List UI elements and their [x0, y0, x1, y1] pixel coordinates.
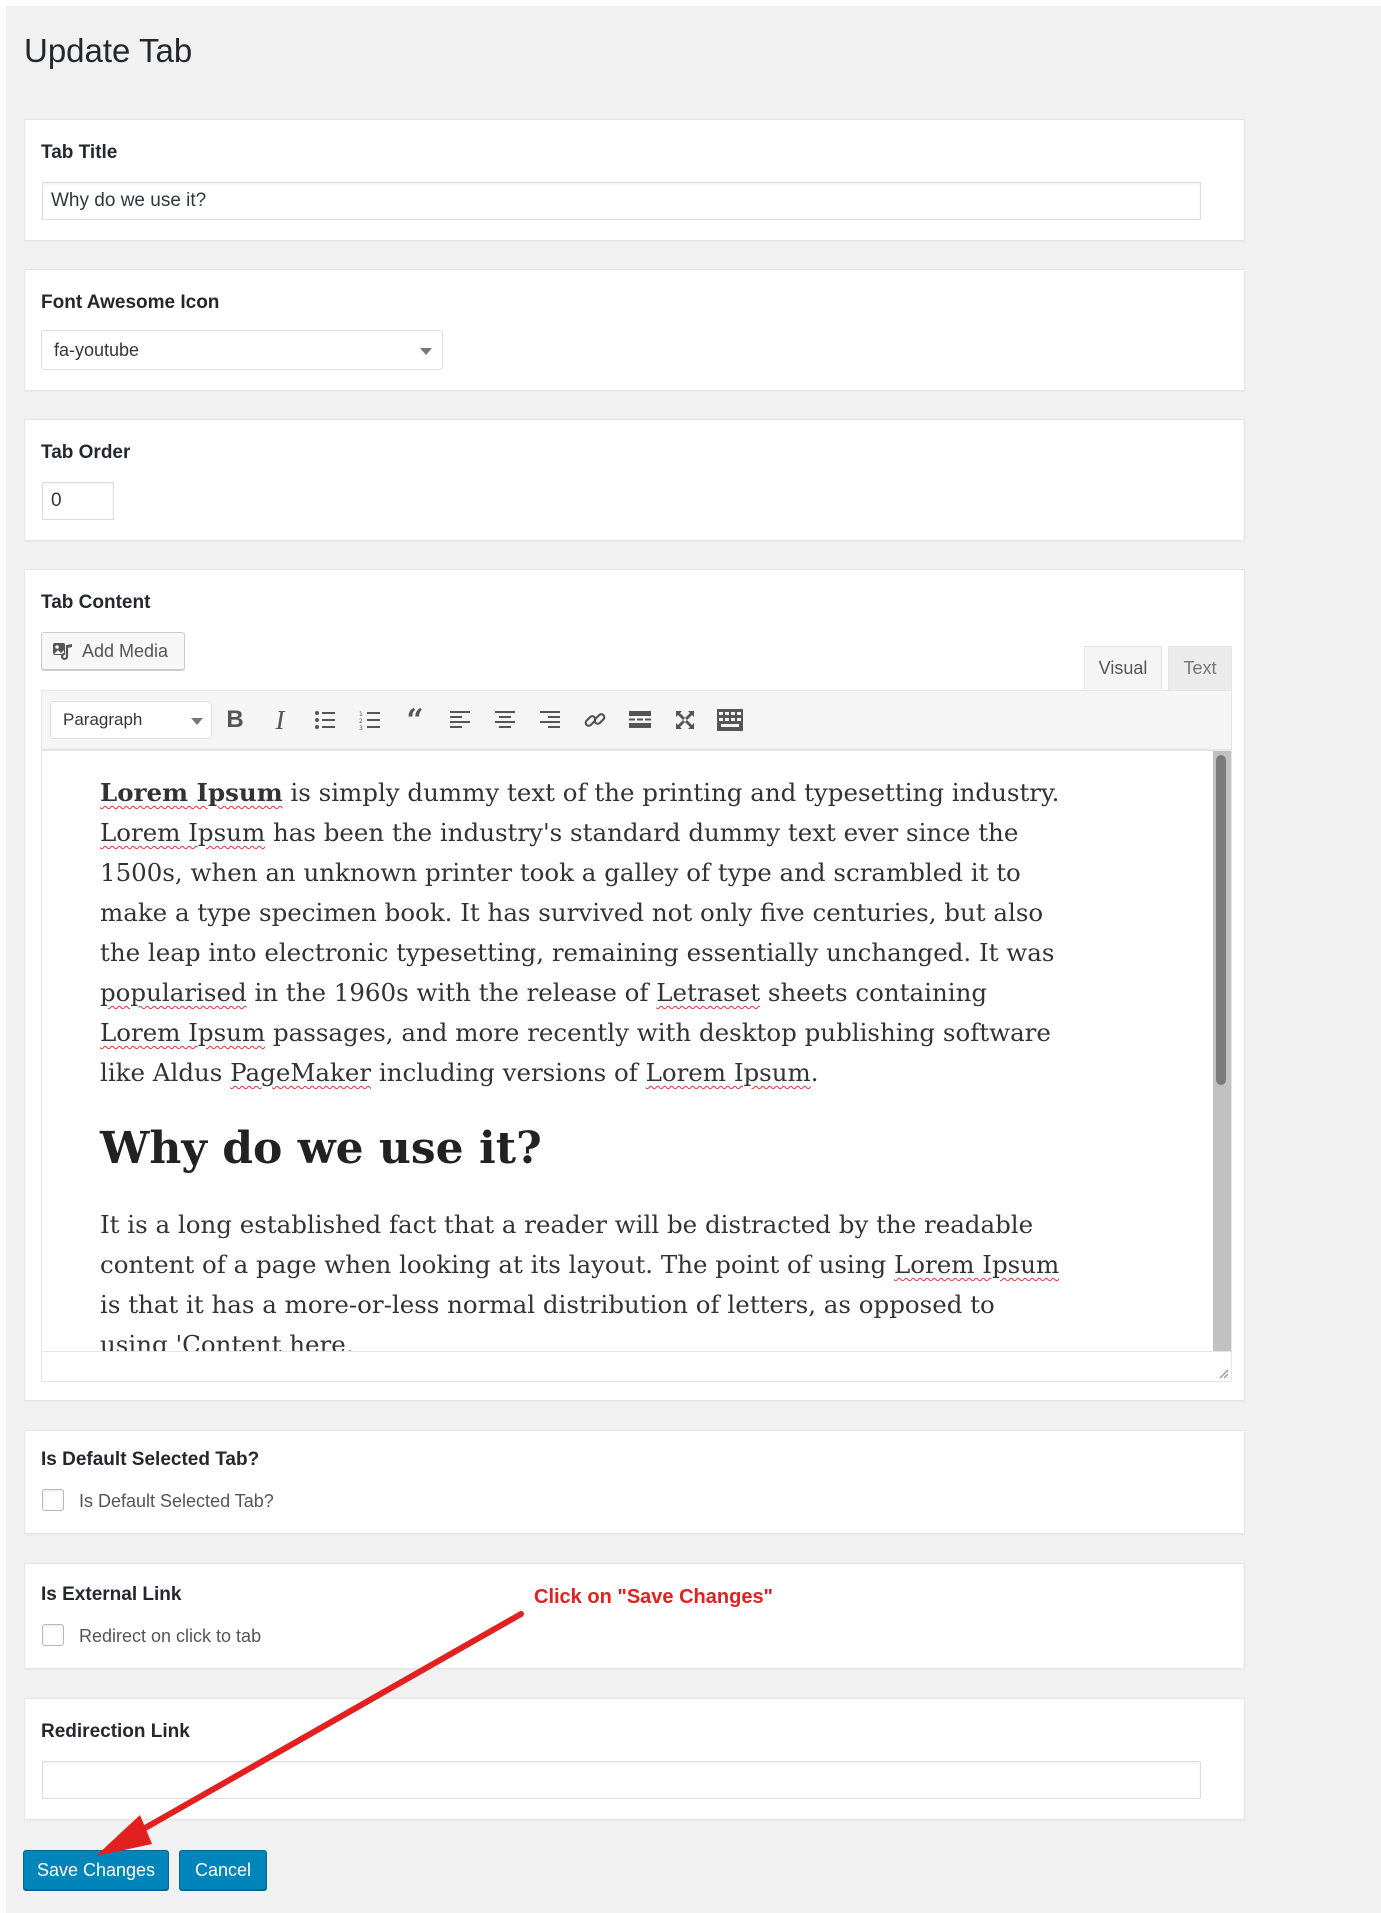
annotation-arrow-icon: [96, 1611, 524, 1856]
admin-page: Update Tab Tab Title Why do we use it? F…: [6, 6, 1381, 1913]
